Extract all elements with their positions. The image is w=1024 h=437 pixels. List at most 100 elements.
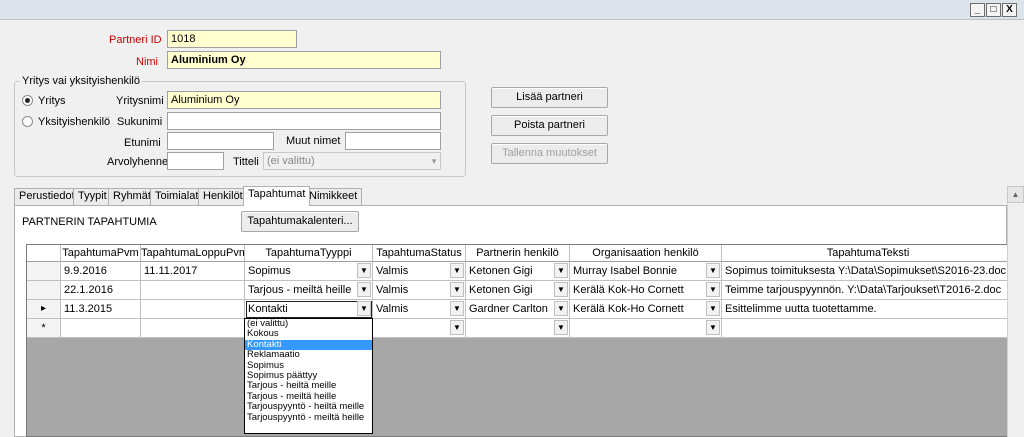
- cell-tyyppi[interactable]: Sopimus ▼: [245, 262, 373, 281]
- col-header-loppupvm[interactable]: TapahtumaLoppuPvm: [141, 245, 245, 262]
- dropdown-arrow-icon[interactable]: ▼: [706, 263, 720, 278]
- dropdown-arrow-icon[interactable]: ▼: [357, 263, 371, 278]
- cell-org-henkilo[interactable]: ▼: [570, 319, 722, 338]
- cell-loppupvm[interactable]: 11.11.2017: [141, 262, 245, 281]
- firstname-field[interactable]: [167, 132, 274, 150]
- event-type-dropdown-list[interactable]: (ei valittu) Kokous Kontakti Reklamaatio…: [244, 318, 373, 434]
- cell-teksti[interactable]: [722, 319, 1015, 338]
- dropdown-arrow-icon[interactable]: ▼: [554, 263, 568, 278]
- row-header[interactable]: [27, 262, 61, 281]
- row-header-new[interactable]: *: [27, 319, 61, 338]
- company-name-field[interactable]: Aluminium Oy: [167, 91, 441, 109]
- dropdown-arrow-icon[interactable]: ▼: [450, 282, 464, 297]
- cell-pvm[interactable]: 22.1.2016: [61, 281, 141, 300]
- dropdown-arrow-icon[interactable]: ▼: [357, 282, 371, 297]
- cell-partnerin-henkilo[interactable]: Gardner Carlton ▼: [466, 300, 570, 319]
- partner-id-field[interactable]: 1018: [167, 30, 297, 48]
- save-changes-button[interactable]: Tallenna muutokset: [491, 143, 608, 164]
- add-partner-button[interactable]: Lisää partneri: [491, 87, 608, 108]
- cell-teksti[interactable]: Teimme tarjouspyynnön. Y:\Data\Tarjoukse…: [722, 281, 1015, 300]
- row-header-current[interactable]: ▸: [27, 300, 61, 319]
- partner-id-label: Partneri ID: [109, 34, 162, 46]
- events-grid: TapahtumaPvm TapahtumaLoppuPvm Tapahtuma…: [26, 244, 1016, 437]
- dropdown-arrow-icon[interactable]: ▼: [706, 282, 720, 297]
- cell-pvm[interactable]: 11.3.2015: [61, 300, 141, 319]
- minimize-button[interactable]: _: [970, 3, 985, 17]
- tab-ryhmat[interactable]: Ryhmät: [108, 188, 156, 205]
- cell-teksti[interactable]: Sopimus toimituksesta Y:\Data\Sopimukset…: [722, 262, 1015, 281]
- cell-tyyppi-value: Kontakti: [248, 303, 288, 315]
- cell-partnerin-henkilo-value: Ketonen Gigi: [469, 265, 533, 277]
- row-header[interactable]: [27, 281, 61, 300]
- radio-company-label: Yritys: [38, 95, 66, 107]
- tab-toimialat[interactable]: Toimialat: [150, 188, 204, 205]
- name-label: Nimi: [136, 56, 158, 68]
- grid-corner: [27, 245, 61, 262]
- col-header-teksti[interactable]: TapahtumaTeksti: [722, 245, 1015, 262]
- cell-tyyppi-editing[interactable]: Kontakti ▼: [245, 300, 373, 319]
- cell-status[interactable]: Valmis ▼: [373, 262, 466, 281]
- radio-person[interactable]: [22, 116, 33, 127]
- cell-org-henkilo[interactable]: Murray Isabel Bonnie ▼: [570, 262, 722, 281]
- cell-status[interactable]: Valmis ▼: [373, 300, 466, 319]
- radio-company[interactable]: [22, 95, 33, 106]
- col-header-status[interactable]: TapahtumaStatus: [373, 245, 466, 262]
- other-names-field[interactable]: [345, 132, 441, 150]
- cell-partnerin-henkilo-value: Ketonen Gigi: [469, 284, 533, 296]
- col-header-tyyppi[interactable]: TapahtumaTyyppi: [245, 245, 373, 262]
- cell-loppupvm[interactable]: [141, 319, 245, 338]
- chevron-down-icon: ▼: [430, 157, 438, 166]
- cell-status[interactable]: Valmis ▼: [373, 281, 466, 300]
- col-header-partnerin-henkilo[interactable]: Partnerin henkilö: [466, 245, 570, 262]
- dropdown-arrow-icon[interactable]: ▼: [450, 263, 464, 278]
- cell-partnerin-henkilo[interactable]: Ketonen Gigi ▼: [466, 262, 570, 281]
- tab-nimikkeet[interactable]: Nimikkeet: [304, 188, 363, 205]
- tab-tyypit[interactable]: Tyypit: [73, 188, 112, 205]
- dropdown-option[interactable]: Tarjouspyyntö - meiltä heille: [245, 412, 372, 423]
- dropdown-arrow-icon[interactable]: ▼: [706, 320, 720, 335]
- name-field[interactable]: Aluminium Oy: [167, 51, 441, 69]
- tab-bar: Perustiedot Tyypit Ryhmät Toimialat Henk…: [14, 186, 1007, 206]
- cell-pvm[interactable]: [61, 319, 141, 338]
- dropdown-arrow-icon[interactable]: ▼: [450, 320, 464, 335]
- title-label: Titteli: [233, 156, 259, 168]
- dropdown-option[interactable]: Reklamaatio: [245, 349, 372, 360]
- cell-partnerin-henkilo[interactable]: ▼: [466, 319, 570, 338]
- tab-henkilot[interactable]: Henkilöt: [198, 188, 248, 205]
- col-header-org-henkilo[interactable]: Organisaation henkilö: [570, 245, 722, 262]
- cell-loppupvm[interactable]: [141, 300, 245, 319]
- cell-loppupvm[interactable]: [141, 281, 245, 300]
- cell-pvm[interactable]: 9.9.2016: [61, 262, 141, 281]
- cell-status[interactable]: ▼: [373, 319, 466, 338]
- dropdown-option[interactable]: Tarjouspyyntö - heiltä meille: [245, 401, 372, 412]
- vertical-scrollbar[interactable]: [1007, 186, 1024, 437]
- close-button[interactable]: X: [1002, 3, 1017, 17]
- tab-perustiedot[interactable]: Perustiedot: [14, 188, 80, 205]
- cell-org-henkilo[interactable]: Kerälä Kok-Ho Cornett ▼: [570, 300, 722, 319]
- delete-partner-button[interactable]: Poista partneri: [491, 115, 608, 136]
- dropdown-arrow-icon[interactable]: ▼: [357, 301, 371, 316]
- cell-partnerin-henkilo[interactable]: Ketonen Gigi ▼: [466, 281, 570, 300]
- title-abbr-field[interactable]: [167, 152, 224, 170]
- radio-person-label: Yksityishenkilö: [38, 116, 111, 128]
- col-header-pvm[interactable]: TapahtumaPvm: [61, 245, 141, 262]
- dropdown-arrow-icon[interactable]: ▼: [706, 301, 720, 316]
- cell-org-henkilo-value: Kerälä Kok-Ho Cornett: [573, 284, 684, 296]
- panel-title: PARTNERIN TAPAHTUMIA: [22, 216, 157, 228]
- event-calendar-button[interactable]: Tapahtumakalenteri...: [241, 211, 359, 232]
- maximize-button[interactable]: □: [986, 3, 1001, 17]
- cell-tyyppi[interactable]: Tarjous - meiltä heille ▼: [245, 281, 373, 300]
- cell-teksti[interactable]: Esittelimme uutta tuotettamme.: [722, 300, 1015, 319]
- dropdown-arrow-icon[interactable]: ▼: [554, 301, 568, 316]
- scroll-up-icon[interactable]: ▲: [1007, 186, 1024, 203]
- firstname-label: Etunimi: [124, 137, 161, 149]
- dropdown-arrow-icon[interactable]: ▼: [554, 320, 568, 335]
- surname-field[interactable]: [167, 112, 441, 130]
- cell-org-henkilo[interactable]: Kerälä Kok-Ho Cornett ▼: [570, 281, 722, 300]
- tab-tapahtumat[interactable]: Tapahtumat: [243, 186, 311, 206]
- dropdown-arrow-icon[interactable]: ▼: [554, 282, 568, 297]
- title-select[interactable]: (ei valittu) ▼: [263, 152, 441, 170]
- dropdown-arrow-icon[interactable]: ▼: [450, 301, 464, 316]
- cell-org-henkilo-value: Kerälä Kok-Ho Cornett: [573, 303, 684, 315]
- cell-tyyppi-value: Tarjous - meiltä heille: [248, 284, 352, 296]
